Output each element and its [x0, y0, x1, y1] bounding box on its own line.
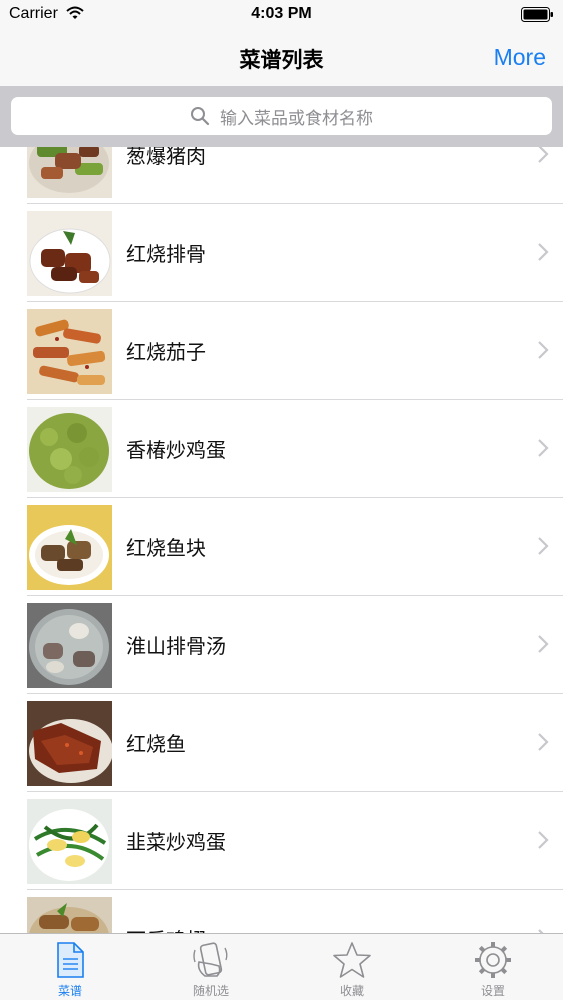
recipe-thumbnail — [27, 407, 112, 492]
recipe-thumbnail — [27, 701, 112, 786]
tab-recipes[interactable]: 菜谱 — [0, 934, 140, 1000]
search-bar: 输入菜品或食材名称 — [0, 86, 563, 147]
chevron-right-icon — [538, 831, 549, 849]
page-title: 菜谱列表 — [239, 48, 324, 72]
search-placeholder: 输入菜品或食材名称 — [220, 108, 373, 129]
chevron-right-icon — [538, 537, 549, 555]
recipe-thumbnail — [27, 603, 112, 688]
chive-scrambled-egg-image — [27, 799, 112, 884]
tab-label: 菜谱 — [57, 984, 82, 998]
chevron-right-icon — [538, 635, 549, 653]
recipe-row[interactable]: 红烧茄子 — [27, 302, 563, 400]
recipe-thumbnail — [27, 505, 112, 590]
chevron-right-icon — [538, 733, 549, 751]
recipe-thumbnail — [27, 799, 112, 884]
status-bar: Carrier 4:03 PM — [0, 0, 563, 30]
toona-scrambled-egg-image — [27, 407, 112, 492]
star-icon — [333, 942, 371, 978]
navigation-bar: 菜谱列表 More — [0, 30, 563, 86]
recipe-name: 红烧鱼块 — [126, 536, 206, 560]
document-icon — [57, 942, 84, 978]
recipe-list[interactable]: 葱爆猪肉 红烧排骨 红烧茄子 香椿炒鸡蛋 红烧鱼块 淮山排骨汤 红烧鱼 韭菜炒鸡… — [0, 147, 563, 933]
tab-random[interactable]: 随机选 — [141, 934, 281, 1000]
battery-icon — [521, 7, 553, 22]
tab-label: 设置 — [480, 984, 505, 998]
recipe-name: 可乐鸡翅 — [126, 924, 206, 933]
recipe-row[interactable]: 红烧排骨 — [27, 204, 563, 302]
recipe-row[interactable]: 香椿炒鸡蛋 — [27, 400, 563, 498]
chevron-right-icon — [538, 341, 549, 359]
recipe-row[interactable]: 红烧鱼 — [27, 694, 563, 792]
cola-chicken-wings-image — [27, 897, 112, 933]
chevron-right-icon — [538, 439, 549, 457]
recipe-row[interactable]: 红烧鱼块 — [27, 498, 563, 596]
gear-icon — [475, 942, 511, 978]
recipe-thumbnail — [27, 309, 112, 394]
status-time: 4:03 PM — [251, 5, 312, 22]
search-icon — [191, 107, 210, 126]
chevron-right-icon — [538, 243, 549, 261]
shake-phone-icon — [193, 942, 228, 977]
braised-spare-ribs-image — [27, 211, 112, 296]
braised-fish-pieces-image — [27, 505, 112, 590]
recipe-name: 葱爆猪肉 — [126, 147, 206, 168]
stir-fried-pork-scallion-image — [27, 147, 112, 198]
tab-favorites[interactable]: 收藏 — [282, 934, 422, 1000]
recipe-name: 香椿炒鸡蛋 — [126, 438, 226, 462]
recipe-row[interactable]: 淮山排骨汤 — [27, 596, 563, 694]
recipe-name: 红烧鱼 — [126, 732, 186, 756]
tab-label: 随机选 — [192, 984, 229, 998]
recipe-name: 红烧茄子 — [126, 340, 206, 364]
recipe-name: 红烧排骨 — [126, 242, 206, 266]
recipe-row[interactable]: 韭菜炒鸡蛋 — [27, 792, 563, 890]
recipe-thumbnail — [27, 211, 112, 296]
search-input[interactable]: 输入菜品或食材名称 — [11, 97, 552, 135]
chevron-right-icon — [538, 147, 549, 163]
recipe-name: 淮山排骨汤 — [126, 634, 226, 658]
tab-bar: 菜谱 随机选 收藏 设置 — [0, 933, 563, 1000]
recipe-row[interactable]: 可乐鸡翅 — [27, 890, 563, 933]
recipe-thumbnail — [27, 897, 112, 933]
recipe-row[interactable]: 葱爆猪肉 — [27, 147, 563, 204]
braised-eggplant-image — [27, 309, 112, 394]
recipe-thumbnail — [27, 147, 112, 198]
tab-label: 收藏 — [339, 984, 364, 998]
recipe-name: 韭菜炒鸡蛋 — [126, 830, 226, 854]
yam-rib-soup-image — [27, 603, 112, 688]
tab-settings[interactable]: 设置 — [423, 934, 563, 1000]
braised-fish-image — [27, 701, 112, 786]
more-button[interactable]: More — [494, 44, 546, 71]
